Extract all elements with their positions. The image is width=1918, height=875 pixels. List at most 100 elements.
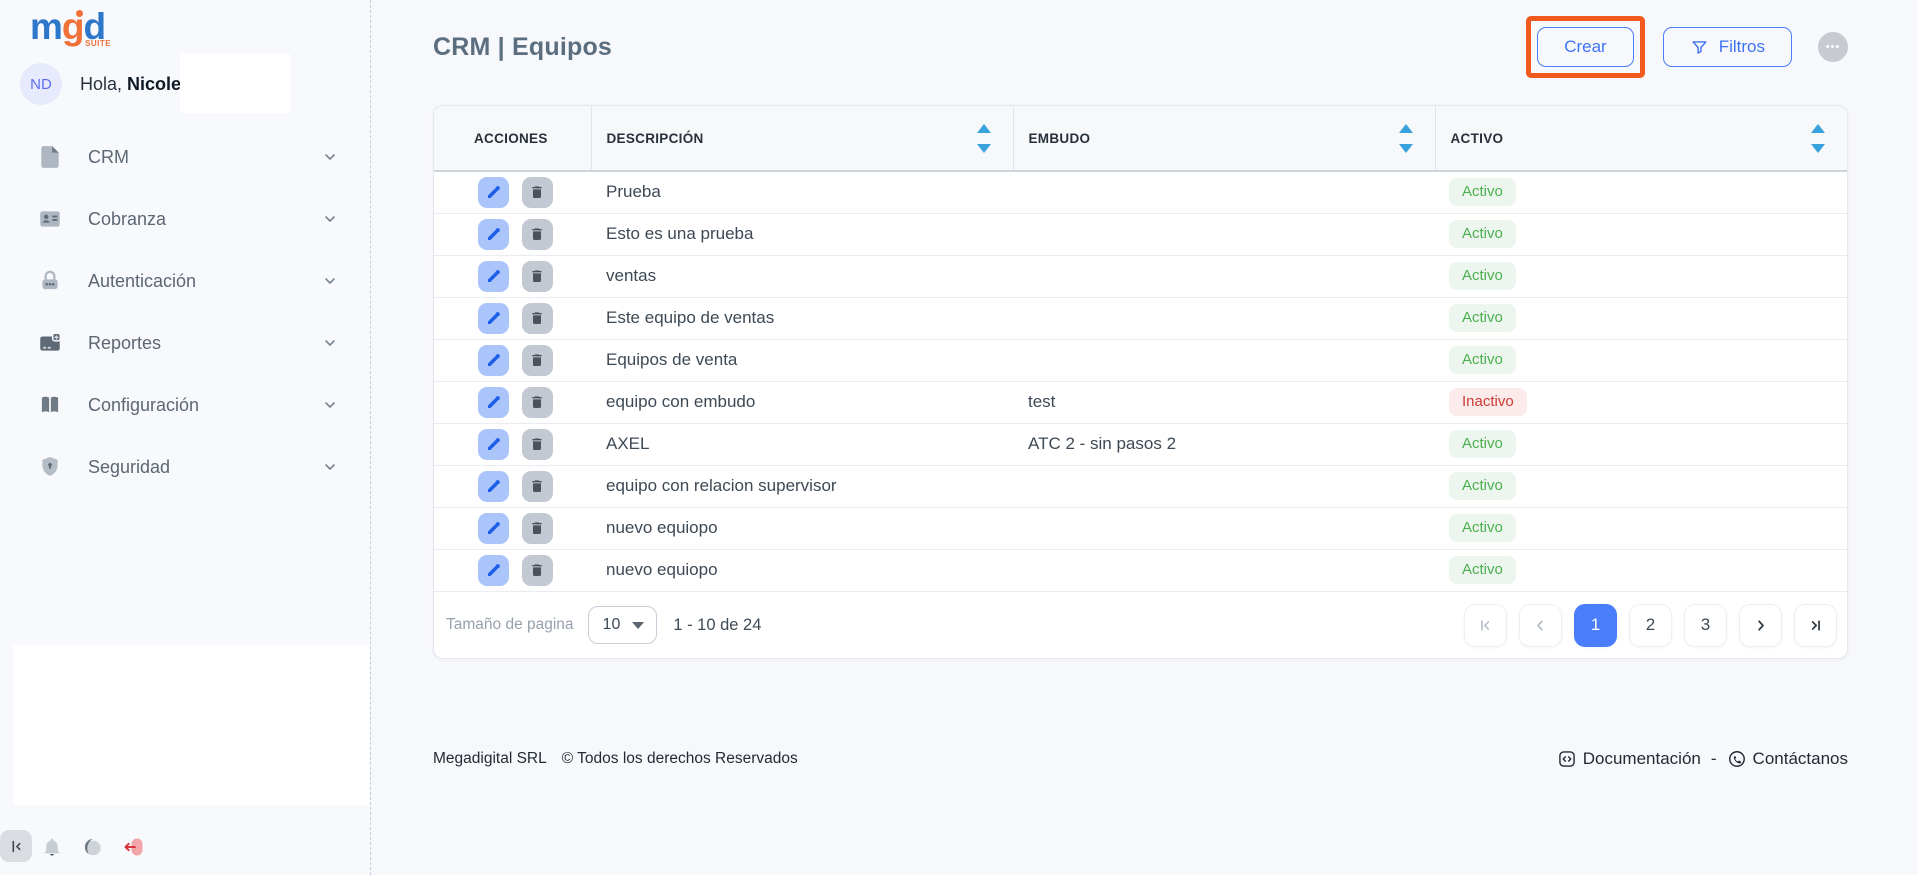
user-row: ND Hola, Nicole xyxy=(20,60,181,108)
table-row: Equipos de venta Activo xyxy=(434,339,1847,381)
page-footer: Megadigital SRL © Todos los derechos Res… xyxy=(433,749,1848,769)
sidebar-item-cobranza[interactable]: Cobranza xyxy=(0,188,370,250)
shield-icon xyxy=(36,453,64,481)
more-options-button[interactable]: ••• xyxy=(1818,32,1848,62)
table-row: Este equipo de ventas Activo xyxy=(434,297,1847,339)
chevron-down-icon xyxy=(322,273,338,289)
phone-contact-icon xyxy=(1727,749,1747,769)
page-title: CRM | Equipos xyxy=(433,33,612,62)
sidebar-item-label: Reportes xyxy=(88,333,161,354)
contact-link[interactable]: Contáctanos xyxy=(1727,749,1848,769)
table-row: ventas Activo xyxy=(434,255,1847,297)
delete-button[interactable] xyxy=(522,387,553,418)
filtros-button[interactable]: Filtros xyxy=(1663,27,1792,67)
row-description: Este equipo de ventas xyxy=(606,308,774,327)
delete-button[interactable] xyxy=(522,261,553,292)
footer-links: Documentación - Contáctanos xyxy=(1557,749,1848,769)
sidebar-bottom-bar xyxy=(0,830,370,864)
delete-button[interactable] xyxy=(522,345,553,376)
delete-button[interactable] xyxy=(522,177,553,208)
row-description: ventas xyxy=(606,266,656,285)
greeting-name: Nicole xyxy=(127,74,181,94)
page-button-3[interactable]: 3 xyxy=(1684,604,1727,647)
sidebar: mgd SUITE ND Hola, Nicole CRM xyxy=(0,0,371,875)
filter-funnel-icon xyxy=(1690,38,1709,57)
status-badge: Activo xyxy=(1449,304,1516,332)
sidebar-item-label: Configuración xyxy=(88,395,199,416)
status-badge: Activo xyxy=(1449,556,1516,584)
sidebar-collapse-button[interactable] xyxy=(0,830,32,862)
column-header-embudo: EMBUDO xyxy=(1013,106,1435,171)
pagination-buttons: 1 2 3 xyxy=(1464,604,1837,647)
delete-button[interactable] xyxy=(522,303,553,334)
app-logo[interactable]: mgd SUITE xyxy=(30,4,105,50)
chevron-down-icon xyxy=(322,149,338,165)
sidebar-item-reportes[interactable]: Reportes xyxy=(0,312,370,374)
edit-button[interactable] xyxy=(478,555,509,586)
row-embudo: ATC 2 - sin pasos 2 xyxy=(1028,434,1176,453)
greeting: Hola, Nicole xyxy=(80,74,181,95)
row-description: nuevo equiopo xyxy=(606,518,718,537)
greeting-prefix: Hola, xyxy=(80,74,122,94)
delete-button[interactable] xyxy=(522,513,553,544)
avatar[interactable]: ND xyxy=(20,63,62,105)
report-icon xyxy=(36,329,64,357)
row-description: Prueba xyxy=(606,182,661,201)
page-button-1[interactable]: 1 xyxy=(1574,604,1617,647)
sidebar-item-crm[interactable]: CRM xyxy=(0,126,370,188)
table-card: ACCIONES DESCRIPCIÓN EMBUDO xyxy=(433,105,1848,659)
documentation-link[interactable]: Documentación xyxy=(1557,749,1701,769)
sidebar-item-autenticacion[interactable]: Autenticación xyxy=(0,250,370,312)
delete-button[interactable] xyxy=(522,555,553,586)
delete-button[interactable] xyxy=(522,429,553,460)
table-row: nuevo equiopo Activo xyxy=(434,549,1847,591)
chevron-down-icon xyxy=(322,459,338,475)
redaction-box xyxy=(180,54,290,113)
next-page-button[interactable] xyxy=(1739,604,1782,647)
edit-button[interactable] xyxy=(478,345,509,376)
logo-suite-label: SUITE xyxy=(85,39,111,49)
documentation-icon xyxy=(1557,749,1577,769)
delete-button[interactable] xyxy=(522,219,553,250)
footer-copyright: Megadigital SRL © Todos los derechos Res… xyxy=(433,750,798,768)
last-page-button[interactable] xyxy=(1794,604,1837,647)
sidebar-item-label: Seguridad xyxy=(88,457,170,478)
status-badge: Activo xyxy=(1449,262,1516,290)
crear-button[interactable]: Crear xyxy=(1537,27,1634,67)
delete-button[interactable] xyxy=(522,471,553,502)
sort-arrows-embudo[interactable] xyxy=(1399,124,1413,153)
row-embudo: test xyxy=(1028,392,1055,411)
page-button-2[interactable]: 2 xyxy=(1629,604,1672,647)
first-page-button[interactable] xyxy=(1464,604,1507,647)
main-content: CRM | Equipos Crear Filtros ••• xyxy=(372,0,1918,875)
edit-button[interactable] xyxy=(478,177,509,208)
file-icon xyxy=(36,143,64,171)
edit-button[interactable] xyxy=(478,429,509,460)
row-description: equipo con relacion supervisor xyxy=(606,476,837,495)
table-row: Prueba Activo xyxy=(434,171,1847,213)
sidebar-item-seguridad[interactable]: Seguridad xyxy=(0,436,370,498)
page-size-value: 10 xyxy=(603,616,621,634)
sidebar-nav: CRM Cobranza Autenticación xyxy=(0,126,370,498)
equipos-table: ACCIONES DESCRIPCIÓN EMBUDO xyxy=(434,106,1847,591)
edit-button[interactable] xyxy=(478,387,509,418)
status-badge: Activo xyxy=(1449,514,1516,542)
logout-icon[interactable] xyxy=(120,833,148,861)
dark-mode-moon-icon[interactable] xyxy=(78,833,106,861)
edit-button[interactable] xyxy=(478,219,509,250)
sidebar-item-configuracion[interactable]: Configuración xyxy=(0,374,370,436)
sort-arrows-activo[interactable] xyxy=(1811,124,1825,153)
table-row: nuevo equiopo Activo xyxy=(434,507,1847,549)
page-size-label: Tamaño de pagina xyxy=(446,616,574,634)
sidebar-item-label: CRM xyxy=(88,147,129,168)
notifications-bell-icon[interactable] xyxy=(38,833,66,861)
edit-button[interactable] xyxy=(478,471,509,502)
previous-page-button[interactable] xyxy=(1519,604,1562,647)
sort-arrows-descripcion[interactable] xyxy=(977,124,991,153)
table-row: equipo con embudo test Inactivo xyxy=(434,381,1847,423)
edit-button[interactable] xyxy=(478,261,509,292)
edit-button[interactable] xyxy=(478,513,509,544)
page-size-select[interactable]: 10 xyxy=(588,606,658,644)
filtros-label: Filtros xyxy=(1719,37,1765,57)
edit-button[interactable] xyxy=(478,303,509,334)
